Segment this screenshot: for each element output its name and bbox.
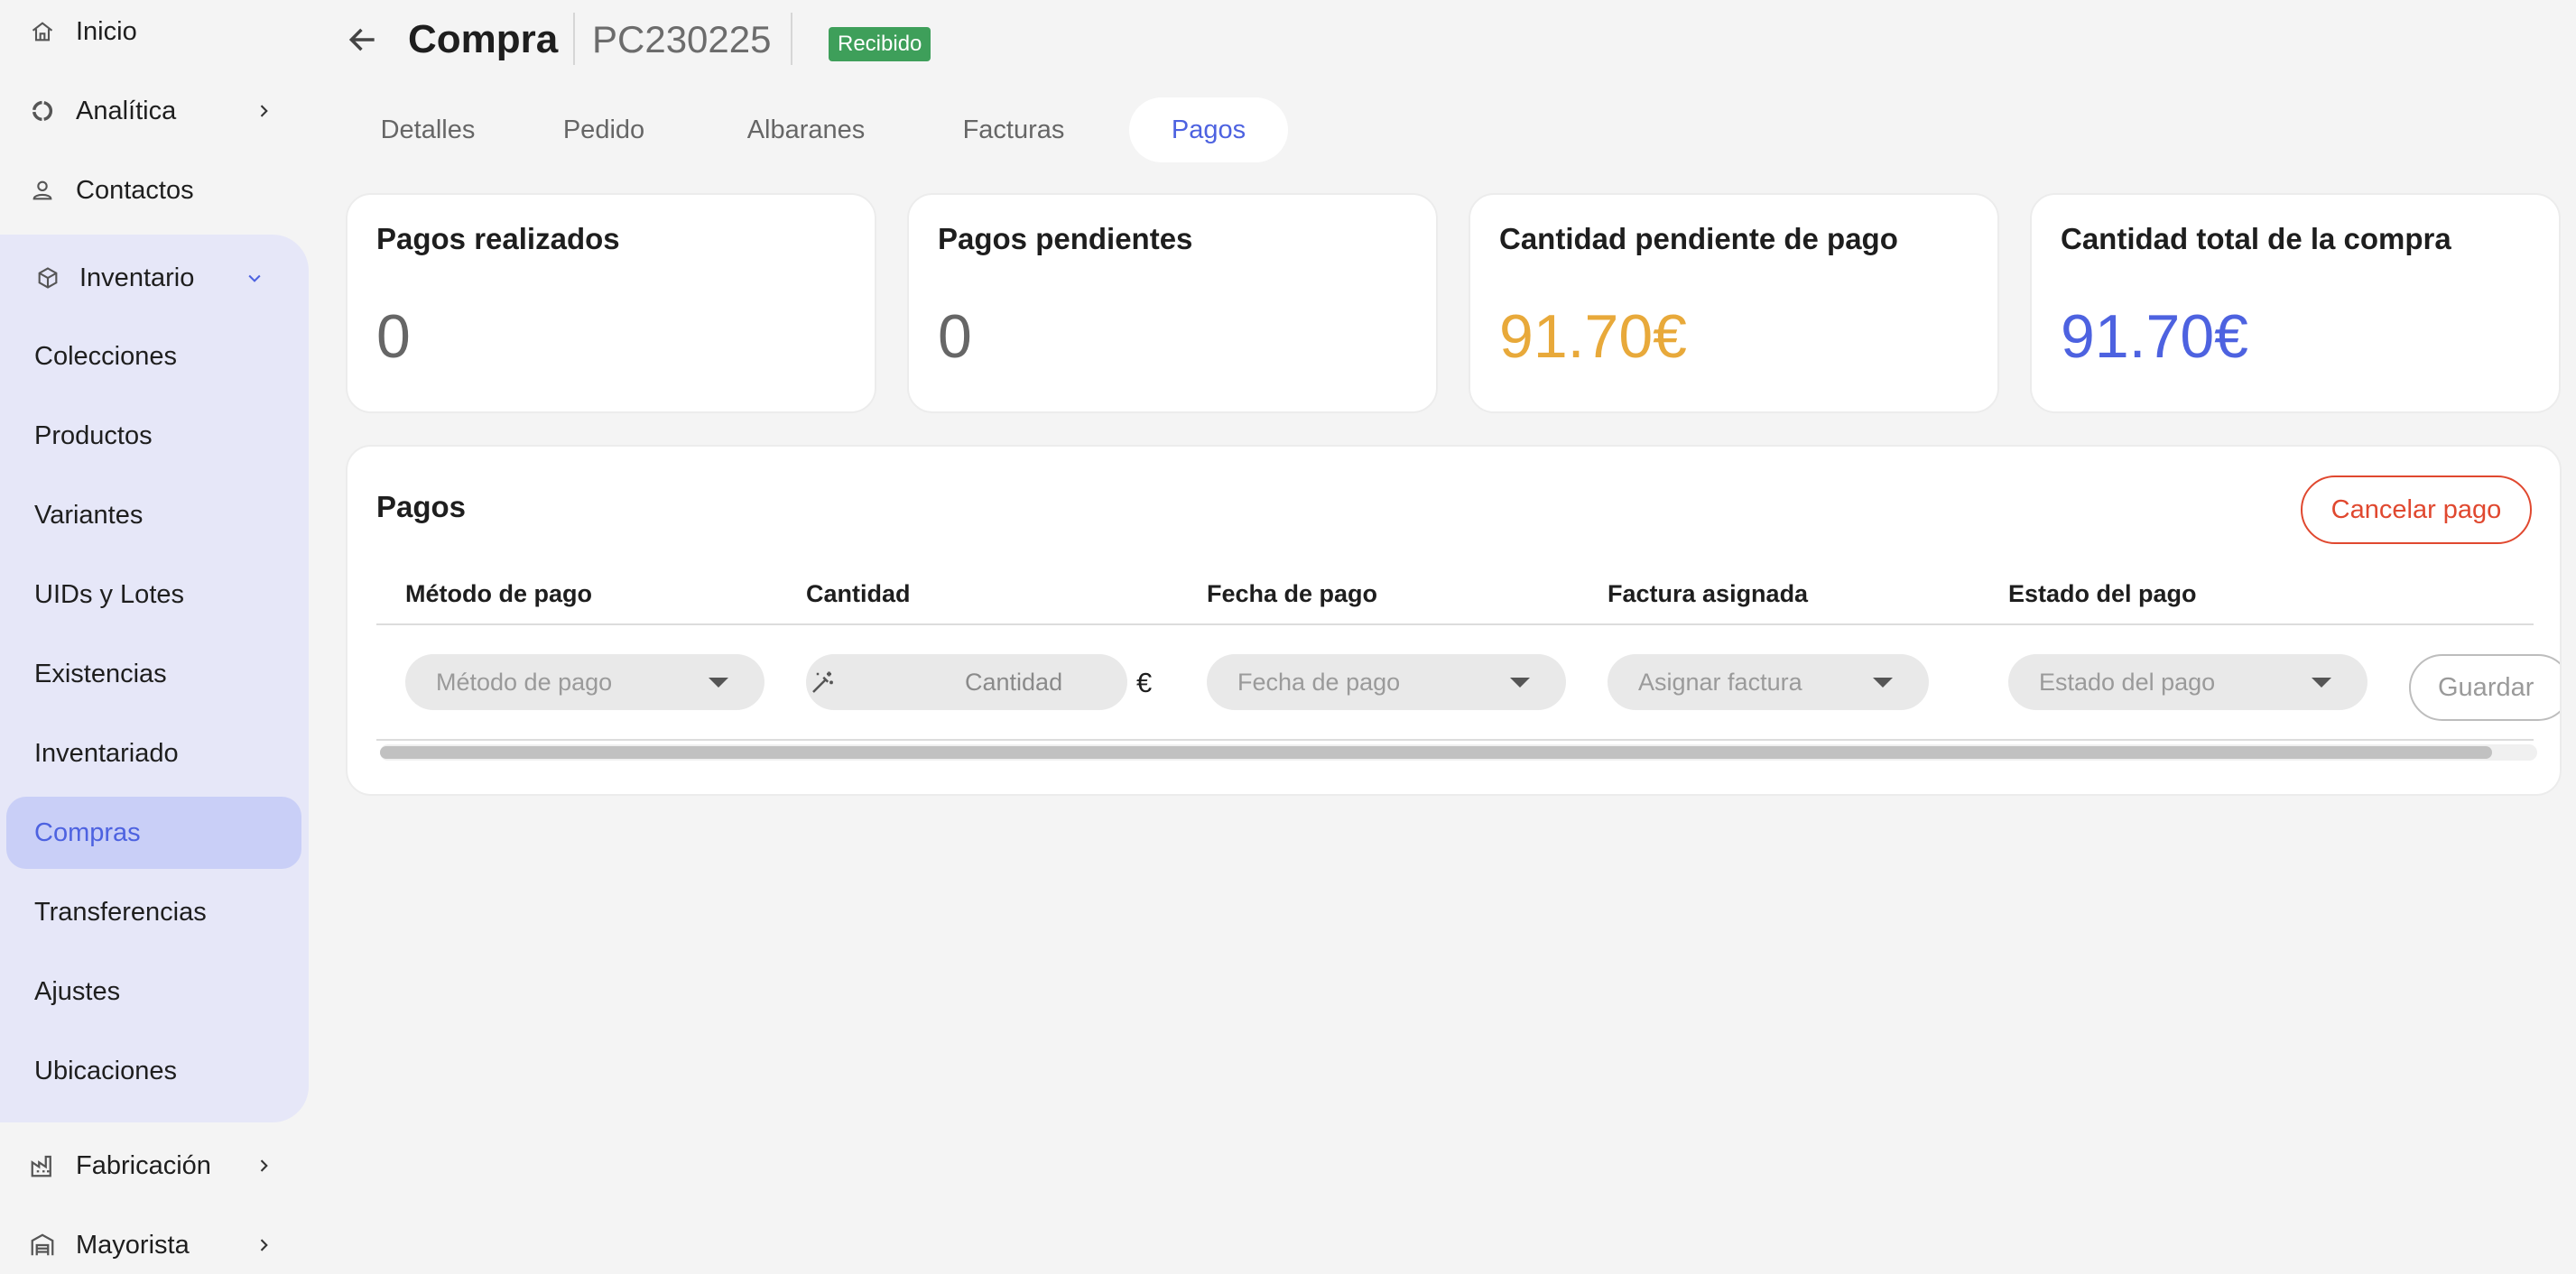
select-placeholder: Método de pago: [436, 668, 613, 696]
stat-value: 0: [938, 302, 972, 371]
sidebar-item-colecciones[interactable]: Colecciones: [6, 320, 301, 392]
select-placeholder: Fecha de pago: [1237, 668, 1401, 696]
analytics-icon: [27, 96, 58, 126]
sidebar-item-inventario[interactable]: Inventario: [32, 253, 261, 303]
warehouse-icon: [27, 1230, 58, 1260]
column-header: Cantidad: [806, 580, 911, 607]
chevron-right-icon: [251, 98, 276, 124]
sidebar-item-inventariado[interactable]: Inventariado: [6, 717, 301, 789]
sidebar-item-existencias[interactable]: Existencias: [6, 638, 301, 710]
tab-facturas[interactable]: Facturas: [939, 97, 1089, 162]
sidebar-item-compras[interactable]: Compras: [6, 797, 301, 869]
horizontal-scrollbar[interactable]: [380, 744, 2537, 761]
sidebar-item-contactos[interactable]: Contactos: [27, 165, 194, 216]
column-header: Método de pago: [405, 580, 592, 607]
header-divider: [791, 13, 792, 65]
sidebar-item-uids-lotes[interactable]: UIDs y Lotes: [6, 559, 301, 631]
sidebar-item-inicio[interactable]: Inicio: [27, 6, 137, 57]
sidebar-item-ajustes[interactable]: Ajustes: [6, 956, 301, 1028]
dropdown-arrow-icon: [1873, 678, 1893, 688]
chevron-right-icon: [251, 1232, 276, 1258]
back-arrow-icon[interactable]: [343, 20, 383, 60]
sidebar-item-label: Contactos: [76, 175, 194, 205]
stat-card-cantidad-total: Cantidad total de la compra 91.70€: [2030, 193, 2561, 413]
sidebar-item-ubicaciones[interactable]: Ubicaciones: [6, 1035, 301, 1107]
box-icon: [32, 263, 63, 293]
tab-pedido[interactable]: Pedido: [542, 97, 666, 162]
status-badge: Recibido: [829, 27, 931, 61]
dropdown-arrow-icon: [709, 678, 728, 688]
factory-icon: [27, 1150, 58, 1181]
page-title: Compra: [408, 17, 559, 61]
column-header: Fecha de pago: [1207, 580, 1378, 607]
dropdown-arrow-icon: [2312, 678, 2331, 688]
stat-value: 91.70€: [2061, 302, 2248, 371]
inventory-group: Inventario Colecciones Productos Variant…: [0, 235, 309, 1122]
stat-label: Cantidad total de la compra: [2061, 222, 2451, 255]
select-placeholder: Asignar factura: [1638, 668, 1802, 696]
sidebar-item-label: Inventario: [79, 263, 195, 292]
amount-placeholder: Cantidad: [965, 668, 1063, 696]
table-header-divider: [376, 623, 2534, 625]
table-row-divider: [376, 739, 2534, 741]
select-placeholder: Estado del pago: [2039, 668, 2216, 696]
sidebar: Inicio Analítica Contactos Inventario Co…: [0, 0, 316, 1274]
stat-label: Pagos pendientes: [938, 222, 1193, 255]
column-header: Factura asignada: [1608, 580, 1809, 607]
stat-card-pagos-pendientes: Pagos pendientes 0: [907, 193, 1438, 413]
stat-card-pagos-realizados: Pagos realizados 0: [346, 193, 876, 413]
sidebar-item-label: Fabricación: [76, 1150, 211, 1180]
header-divider: [573, 13, 575, 65]
stat-label: Pagos realizados: [376, 222, 620, 255]
stat-label: Cantidad pendiente de pago: [1499, 222, 1898, 255]
chevron-down-icon: [242, 265, 267, 291]
stat-card-cantidad-pendiente: Cantidad pendiente de pago 91.70€: [1469, 193, 1999, 413]
sidebar-item-mayorista[interactable]: Mayorista: [27, 1220, 268, 1270]
cancel-payment-button[interactable]: Cancelar pago: [2301, 475, 2532, 544]
scrollbar-thumb[interactable]: [380, 746, 2492, 759]
column-header: Estado del pago: [2008, 580, 2197, 607]
sidebar-item-variantes[interactable]: Variantes: [6, 479, 301, 551]
payment-method-select[interactable]: Método de pago: [405, 654, 764, 710]
person-icon: [27, 175, 58, 206]
sidebar-item-label: Analítica: [76, 96, 177, 125]
assign-invoice-select[interactable]: Asignar factura: [1608, 654, 1929, 710]
tab-pagos[interactable]: Pagos: [1129, 97, 1288, 162]
dropdown-arrow-icon: [1510, 678, 1530, 688]
sidebar-item-fabricacion[interactable]: Fabricación: [27, 1140, 268, 1191]
home-icon: [27, 16, 58, 47]
tab-albaranes[interactable]: Albaranes: [722, 97, 890, 162]
save-payment-button[interactable]: Guardar: [2409, 654, 2560, 721]
sidebar-item-label: Inicio: [76, 16, 137, 46]
amount-input[interactable]: Cantidad: [806, 654, 1127, 710]
currency-symbol: €: [1136, 667, 1153, 698]
stat-value: 91.70€: [1499, 302, 1687, 371]
sidebar-item-analitica[interactable]: Analítica: [27, 86, 268, 136]
chevron-right-icon: [251, 1153, 276, 1178]
payments-panel: Pagos Cancelar pago Método de pago Canti…: [346, 445, 2562, 796]
sidebar-item-label: Mayorista: [76, 1230, 190, 1260]
purchase-code: PC230225: [592, 18, 772, 60]
magic-wand-icon[interactable]: [806, 667, 839, 699]
payment-date-select[interactable]: Fecha de pago: [1207, 654, 1566, 710]
tab-detalles[interactable]: Detalles: [366, 97, 489, 162]
sidebar-item-productos[interactable]: Productos: [6, 400, 301, 472]
stat-value: 0: [376, 302, 411, 371]
panel-title: Pagos: [376, 490, 467, 523]
sidebar-item-transferencias[interactable]: Transferencias: [6, 876, 301, 948]
payment-status-select[interactable]: Estado del pago: [2008, 654, 2368, 710]
